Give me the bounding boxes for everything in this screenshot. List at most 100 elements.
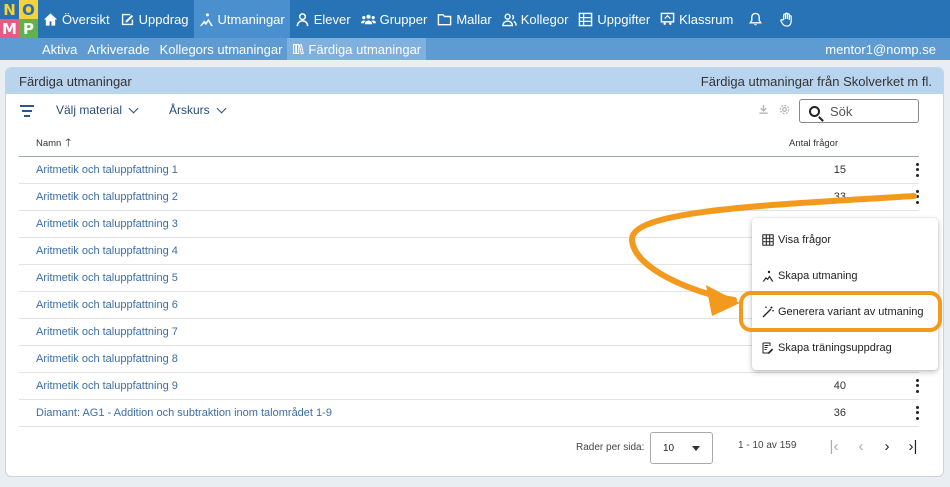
column-header-count[interactable]: Antal frågor bbox=[789, 138, 838, 149]
nav-item-oversikt[interactable]: Översikt bbox=[38, 0, 115, 38]
raise-hand-button[interactable] bbox=[773, 0, 800, 38]
page-range: 1 - 10 av 159 bbox=[738, 440, 797, 451]
row-question-count: 36 bbox=[833, 407, 846, 419]
climber-icon bbox=[762, 270, 774, 282]
filter-toolbar: Välj material Årskurs Sök bbox=[6, 94, 943, 130]
rows-per-page-select[interactable]: 10 bbox=[650, 432, 713, 464]
sub-navigation: Aktiva Arkiverade Kollegors utmaningar F… bbox=[0, 38, 950, 60]
row-question-count: 15 bbox=[833, 164, 846, 176]
nav-item-utmaningar[interactable]: Utmaningar bbox=[193, 0, 290, 38]
more-vert-icon[interactable] bbox=[911, 189, 923, 205]
grid-icon bbox=[762, 234, 774, 246]
card-title: Färdiga utmaningar bbox=[19, 73, 132, 89]
menu-item-skapa-traningsuppdrag[interactable]: Skapa träningsuppdrag bbox=[762, 342, 892, 354]
table-row[interactable]: Aritmetik och taluppfattning 1 15 bbox=[19, 157, 919, 184]
menu-item-label: Skapa utmaning bbox=[778, 270, 858, 282]
chevron-down-icon bbox=[128, 103, 139, 113]
nav-item-kollegor[interactable]: Kollegor bbox=[497, 0, 574, 38]
first-page-icon[interactable]: |‹ bbox=[824, 436, 844, 456]
last-page-icon[interactable]: ›| bbox=[903, 436, 923, 456]
main-nav: Översikt Uppdrag Utmaningar Elever Grupp… bbox=[38, 0, 800, 38]
group-icon bbox=[360, 14, 376, 24]
grade-dropdown[interactable]: Årskurs bbox=[169, 103, 227, 117]
nav-item-mallar[interactable]: Mallar bbox=[432, 0, 496, 38]
row-name-link[interactable]: Aritmetik och taluppfattning 1 bbox=[36, 164, 178, 176]
column-header-name-label: Namn bbox=[36, 137, 62, 149]
more-vert-icon[interactable] bbox=[911, 162, 923, 178]
nav-item-label: Kollegor bbox=[520, 11, 569, 27]
tab-arkiverade[interactable]: Arkiverade bbox=[82, 38, 154, 60]
tab-kollegors-utmaningar[interactable]: Kollegors utmaningar bbox=[155, 38, 288, 60]
sub-nav-tabs: Aktiva Arkiverade Kollegors utmaningar F… bbox=[37, 38, 427, 60]
row-name-link[interactable]: Aritmetik och taluppfattning 7 bbox=[36, 326, 178, 338]
material-dropdown-label: Välj material bbox=[56, 103, 123, 117]
tab-aktiva[interactable]: Aktiva bbox=[37, 38, 82, 60]
logo-letter-m: M bbox=[0, 19, 19, 38]
material-dropdown[interactable]: Välj material bbox=[56, 103, 139, 117]
table-icon bbox=[579, 12, 593, 26]
home-icon bbox=[43, 12, 58, 26]
row-name-link[interactable]: Aritmetik och taluppfattning 4 bbox=[36, 245, 178, 257]
colleague-icon bbox=[501, 13, 517, 26]
climber-icon bbox=[199, 12, 213, 26]
edit-icon bbox=[121, 13, 133, 25]
row-question-count: 40 bbox=[833, 380, 846, 392]
row-name-link[interactable]: Aritmetik och taluppfattning 3 bbox=[36, 218, 178, 230]
row-name-link[interactable]: Aritmetik och taluppfattning 6 bbox=[36, 299, 178, 311]
nav-item-label: Uppgifter bbox=[597, 11, 651, 27]
bell-icon bbox=[749, 12, 763, 25]
menu-item-label: Visa frågor bbox=[778, 234, 831, 246]
search-placeholder: Sök bbox=[830, 103, 853, 119]
more-vert-icon[interactable] bbox=[911, 378, 923, 394]
table-row[interactable]: Aritmetik och taluppfattning 2 33 bbox=[19, 184, 919, 211]
next-page-icon[interactable]: › bbox=[877, 436, 897, 456]
assignment-icon bbox=[762, 342, 774, 354]
classroom-icon bbox=[660, 12, 675, 25]
search-icon bbox=[809, 105, 820, 117]
rows-per-page-value: 10 bbox=[663, 442, 675, 454]
menu-item-skapa-utmaning[interactable]: Skapa utmaning bbox=[762, 270, 858, 282]
nav-item-label: Utmaningar bbox=[217, 11, 285, 27]
pagination: Rader per sida: 10 1 - 10 av 159 |‹ ‹ › … bbox=[6, 430, 943, 466]
download-icon bbox=[759, 104, 768, 114]
nav-item-uppdrag[interactable]: Uppdrag bbox=[115, 0, 194, 38]
row-name-link[interactable]: Diamant: AG1 - Addition och subtraktion … bbox=[36, 407, 332, 419]
chevron-down-icon bbox=[216, 103, 227, 113]
row-name-link[interactable]: Aritmetik och taluppfattning 5 bbox=[36, 272, 178, 284]
sort-ascending-icon: 🡑 bbox=[65, 136, 72, 149]
row-name-link[interactable]: Aritmetik och taluppfattning 8 bbox=[36, 353, 178, 365]
logo-letter-o: O bbox=[19, 0, 38, 19]
top-navigation: N O M P Översikt Uppdrag Utmaningar Elev… bbox=[0, 0, 950, 38]
column-header-name[interactable]: Namn 🡑 bbox=[36, 134, 71, 153]
books-icon bbox=[293, 44, 305, 55]
search-input[interactable]: Sök bbox=[799, 99, 919, 123]
table-header: Namn 🡑 Antal frågor bbox=[19, 130, 919, 157]
annotation-highlight-box bbox=[739, 291, 942, 332]
user-email[interactable]: mentor1@nomp.se bbox=[825, 38, 936, 60]
nav-item-label: Elever bbox=[313, 11, 351, 27]
tab-fardiga-utmaningar[interactable]: Färdiga utmaningar bbox=[287, 38, 427, 60]
logo-letter-p: P bbox=[19, 19, 38, 38]
more-vert-icon[interactable] bbox=[911, 405, 923, 421]
table-row[interactable]: Diamant: AG1 - Addition och subtraktion … bbox=[19, 400, 919, 427]
nav-item-klassrum[interactable]: Klassrum bbox=[655, 0, 738, 38]
row-name-link[interactable]: Aritmetik och taluppfattning 9 bbox=[36, 380, 178, 392]
menu-item-visa-fragor[interactable]: Visa frågor bbox=[762, 234, 831, 246]
nomp-logo[interactable]: N O M P bbox=[0, 0, 38, 38]
table-row[interactable]: Aritmetik och taluppfattning 9 40 bbox=[19, 373, 919, 400]
nav-item-grupper[interactable]: Grupper bbox=[356, 0, 433, 38]
filter-icon[interactable] bbox=[20, 105, 34, 117]
nav-item-label: Översikt bbox=[62, 11, 110, 27]
nav-item-label: Uppdrag bbox=[138, 11, 189, 27]
tab-label: Färdiga utmaningar bbox=[308, 41, 422, 57]
nav-item-elever[interactable]: Elever bbox=[290, 0, 356, 38]
notifications-button[interactable] bbox=[738, 0, 773, 38]
previous-page-icon[interactable]: ‹ bbox=[851, 436, 871, 456]
card-subtitle: Färdiga utmaningar från Skolverket m fl. bbox=[700, 73, 932, 89]
row-question-count: 33 bbox=[833, 191, 846, 203]
person-icon bbox=[296, 12, 309, 26]
menu-item-label: Skapa träningsuppdrag bbox=[778, 342, 892, 354]
row-name-link[interactable]: Aritmetik och taluppfattning 2 bbox=[36, 191, 178, 203]
nav-item-uppgifter[interactable]: Uppgifter bbox=[573, 0, 655, 38]
grade-dropdown-label: Årskurs bbox=[169, 103, 210, 117]
